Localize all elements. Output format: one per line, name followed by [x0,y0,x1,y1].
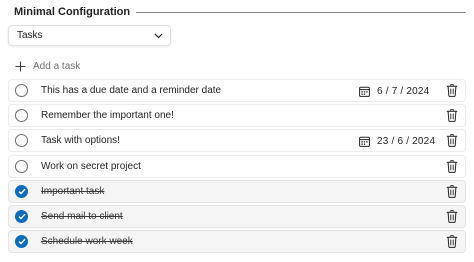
delete-task-button[interactable] [446,109,458,123]
task-checkbox-checked[interactable] [15,209,28,223]
task-row[interactable]: Important task [8,179,466,203]
task-row[interactable]: Remember the important one! [8,104,466,128]
checkmark-icon [18,188,26,195]
task-row[interactable]: Task with options! 23 / 6 / 2024 [8,129,466,153]
task-title: Schedule work week [41,236,133,248]
due-date-text: 6 / 7 / 2024 [377,85,430,97]
dropdown-selected-value: Tasks [17,30,43,41]
delete-task-button[interactable] [446,184,458,198]
task-checkbox[interactable] [15,109,28,123]
task-title: Remember the important one! [41,110,174,122]
trash-icon [446,159,458,173]
section-title: Minimal Configuration [14,6,131,18]
due-date-text: 23 / 6 / 2024 [377,135,436,147]
trash-icon [446,184,458,198]
calendar-icon [359,136,370,147]
task-title: Send mail to client [41,210,123,222]
delete-task-button[interactable] [446,159,458,173]
checkmark-icon [18,213,26,220]
task-list: This has a due date and a reminder date 6… [8,79,466,255]
task-checkbox[interactable] [15,84,28,97]
task-checkbox-checked[interactable] [15,184,28,198]
task-checkbox-checked[interactable] [15,235,28,249]
trash-icon [446,210,458,223]
trash-icon [446,235,458,249]
plus-icon [14,60,26,72]
task-checkbox[interactable] [15,159,28,173]
delete-task-button[interactable] [446,84,458,97]
due-date[interactable]: 23 / 6 / 2024 [359,134,435,148]
delete-task-button[interactable] [446,134,458,148]
add-task-input[interactable]: Add a task [8,55,466,77]
list-filter-dropdown[interactable]: Tasks [8,25,171,46]
section-divider [136,11,466,13]
delete-task-button[interactable] [446,235,458,249]
task-row[interactable]: Work on secret project [8,154,466,178]
delete-task-button[interactable] [446,210,458,223]
trash-icon [446,134,458,148]
section-header: Minimal Configuration [14,4,466,20]
add-task-placeholder: Add a task [33,60,81,72]
task-row[interactable]: Schedule work week [8,230,466,254]
task-title: Work on secret project [41,160,141,172]
task-row[interactable]: Send mail to client [8,204,466,228]
chevron-down-icon [153,31,163,41]
task-checkbox[interactable] [15,134,28,148]
trash-icon [446,109,458,123]
trash-icon [446,84,458,97]
due-date[interactable]: 6 / 7 / 2024 [359,84,429,98]
checkmark-icon [18,238,26,245]
task-title: Important task [41,185,105,197]
task-row[interactable]: This has a due date and a reminder date 6… [8,79,466,102]
calendar-icon [359,86,370,97]
